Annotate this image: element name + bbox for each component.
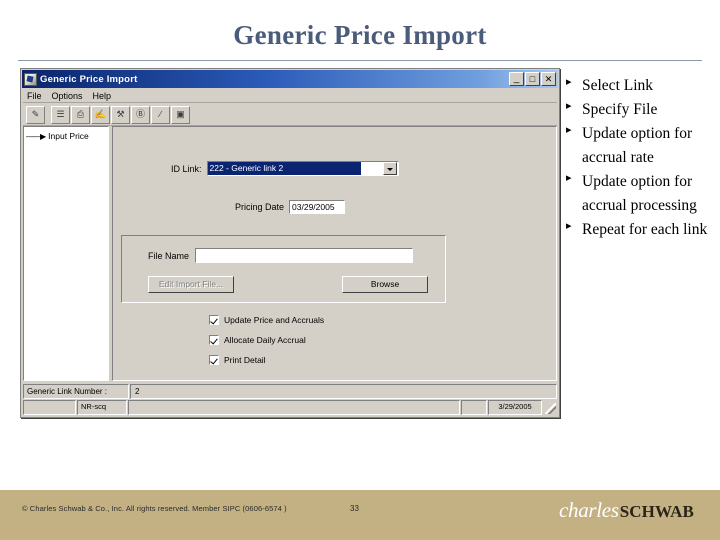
close-icon: ✕: [544, 73, 553, 84]
title-divider: [18, 60, 702, 61]
chevron-down-icon[interactable]: [382, 162, 397, 175]
app-icon: [24, 72, 37, 86]
pricing-date-label: Pricing Date: [235, 202, 285, 212]
toolbar-button-properties[interactable]: ⚒: [111, 105, 130, 124]
bullet-text: Update option for accrual rate: [582, 125, 693, 167]
menu-file[interactable]: File: [27, 91, 42, 101]
preview-icon: ▣: [176, 109, 185, 119]
navigation-tree[interactable]: ——▶ Input Price: [23, 126, 109, 381]
toolbar-button-edit-document[interactable]: ✍: [91, 105, 110, 124]
link-number-value: 2: [130, 384, 557, 399]
clear-icon: ∕: [159, 109, 162, 119]
pricing-date-row: Pricing Date 03/29/2005: [235, 200, 346, 214]
toolbar-button-new-record[interactable]: ✎: [26, 105, 45, 124]
status-cell-gap: [461, 400, 487, 415]
maximize-button[interactable]: □: [525, 72, 540, 86]
id-link-value: 222 - Generic link 2: [207, 162, 361, 175]
minimize-icon: _: [513, 73, 520, 84]
checkbox-indicator[interactable]: [209, 335, 219, 345]
status-message: [128, 400, 460, 415]
close-button[interactable]: ✕: [541, 72, 556, 86]
menu-options[interactable]: Options: [52, 91, 83, 101]
print-icon: ⎙: [76, 109, 85, 119]
logo-charles-text: charles: [558, 498, 619, 522]
toolbar-button-find-replace[interactable]: Ⓑ: [131, 105, 150, 124]
checkbox-label: Update Price and Accruals: [224, 315, 325, 325]
link-number-label: Generic Link Number :: [23, 384, 129, 399]
tree-item-input-price[interactable]: ——▶ Input Price: [26, 131, 106, 141]
file-name-row: File Name: [148, 248, 414, 263]
status-cell-empty: [23, 400, 76, 415]
status-bar: NR-scq 3/29/2005: [23, 400, 557, 415]
arrow-right-icon: ——▶: [26, 131, 46, 141]
bullet-list: ▸ Select Link ▸ Specify File ▸ Update op…: [566, 74, 716, 242]
bullet-marker-icon: ▸: [566, 220, 572, 233]
charles-schwab-logo: charles SCHWAB: [559, 498, 694, 523]
file-button-row: Edit Import File... Browse: [148, 276, 428, 293]
checkbox-label: Allocate Daily Accrual: [224, 335, 306, 345]
list-item: ▸ Select Link: [566, 74, 716, 98]
id-link-combobox[interactable]: 222 - Generic link 2: [206, 161, 399, 176]
bullet-text: Specify File: [582, 101, 658, 119]
list-item: ▸ Repeat for each link: [566, 218, 716, 242]
checkbox-print-detail[interactable]: Print Detail: [209, 355, 324, 365]
find-replace-icon: Ⓑ: [135, 109, 145, 119]
toolbar: ✎ ☰ ⎙ ✍ ⚒ Ⓑ ∕ ▣: [23, 104, 557, 126]
window-body: ——▶ Input Price ID Link: 222 - Generic l…: [23, 126, 557, 381]
edit-import-file-button[interactable]: Edit Import File...: [148, 276, 234, 293]
list-view-icon: ☰: [56, 109, 65, 119]
new-record-icon: ✎: [31, 109, 40, 119]
window-title: Generic Price Import: [40, 73, 138, 85]
page-title: Generic Price Import: [233, 20, 487, 50]
slide: Generic Price Import ▸ Select Link ▸ Spe…: [0, 0, 720, 540]
copyright-text: © Charles Schwab & Co., Inc. All rights …: [22, 504, 287, 513]
bullet-marker-icon: ▸: [566, 76, 572, 88]
window-titlebar[interactable]: Generic Price Import _ □ ✕: [22, 70, 558, 88]
file-group-box: File Name Edit Import File... Browse: [121, 235, 446, 303]
form-panel: ID Link: 222 - Generic link 2 Pricing Da…: [112, 126, 557, 381]
checkbox-update-price-and-accruals[interactable]: Update Price and Accruals: [209, 315, 324, 325]
bullet-marker-icon: ▸: [566, 100, 572, 113]
bullet-text: Select Link: [582, 77, 654, 94]
checkbox-indicator[interactable]: [209, 315, 219, 325]
toolbar-button-print[interactable]: ⎙: [71, 105, 90, 124]
browse-button[interactable]: Browse: [342, 276, 428, 293]
menu-help[interactable]: Help: [93, 91, 112, 101]
application-window: Generic Price Import _ □ ✕ File Options …: [20, 68, 560, 418]
resize-grip-icon[interactable]: [543, 400, 557, 415]
file-name-input[interactable]: [195, 248, 414, 263]
list-item: ▸ Specify File: [566, 98, 716, 122]
logo-schwab-text: SCHWAB: [619, 502, 694, 521]
bullet-marker-icon: ▸: [566, 172, 572, 185]
id-link-label: ID Link:: [171, 163, 202, 174]
checkbox-indicator[interactable]: [209, 355, 219, 365]
page-number: 33: [350, 504, 359, 513]
properties-icon: ⚒: [116, 109, 125, 119]
options-checkbox-group: Update Price and Accruals Allocate Daily…: [209, 315, 324, 365]
bullet-text: Update option for accrual processing: [582, 173, 697, 215]
status-user: NR-scq: [77, 400, 127, 415]
checkbox-label: Print Detail: [224, 355, 266, 365]
status-date: 3/29/2005: [488, 400, 542, 415]
file-name-label: File Name: [148, 250, 190, 261]
list-item: ▸ Update option for accrual rate: [566, 122, 716, 170]
id-link-row: ID Link: 222 - Generic link 2: [171, 161, 399, 176]
footer: © Charles Schwab & Co., Inc. All rights …: [0, 490, 720, 540]
edit-document-icon: ✍: [94, 109, 107, 119]
maximize-icon: □: [529, 73, 536, 84]
tree-item-label: Input Price: [48, 131, 89, 141]
pricing-date-input[interactable]: 03/29/2005: [289, 200, 346, 214]
minimize-button[interactable]: _: [509, 72, 524, 86]
toolbar-button-preview[interactable]: ▣: [171, 105, 190, 124]
menu-bar: File Options Help: [23, 89, 557, 103]
toolbar-button-clear[interactable]: ∕: [151, 105, 170, 124]
bullet-text: Repeat for each link: [582, 221, 708, 239]
toolbar-button-list-view[interactable]: ☰: [51, 105, 70, 124]
list-item: ▸ Update option for accrual processing: [566, 170, 716, 218]
link-number-bar: Generic Link Number : 2: [23, 384, 557, 399]
bullet-marker-icon: ▸: [566, 124, 572, 137]
checkbox-allocate-daily-accrual[interactable]: Allocate Daily Accrual: [209, 335, 324, 345]
